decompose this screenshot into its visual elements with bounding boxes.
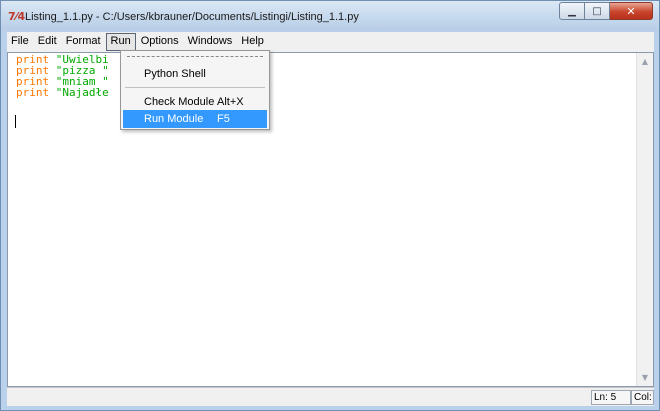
code-line: print "Najadłe [16,87,109,98]
menu-item-python-shell[interactable]: Python Shell [123,65,267,83]
menu-item-label: Python Shell [144,68,206,80]
menu-file[interactable]: File [7,33,33,51]
minimize-button[interactable]: ▁ [559,2,585,20]
menu-options[interactable]: Options [137,33,183,51]
idle-editor-window: 7⁄4 Listing_1.1.py - C:/Users/kbrauner/D… [0,0,660,411]
window-controls: ▁ □ ✕ [559,2,653,20]
menu-bar: File Edit Format Run Options Windows Hel… [7,32,654,52]
run-menu-dropdown: Python Shell Check Module Alt+X Run Modu… [120,50,270,130]
menu-run[interactable]: Run [105,33,136,51]
idle-app-icon: 7⁄4 [8,10,26,23]
menu-item-run-module[interactable]: Run Module F5 [123,110,267,128]
menu-windows[interactable]: Windows [184,33,237,51]
code-editor[interactable]: print "Uwielbi print "pizza " print "mni… [7,52,654,387]
title-bar[interactable]: 7⁄4 Listing_1.1.py - C:/Users/kbrauner/D… [1,1,659,31]
menu-help[interactable]: Help [237,33,268,51]
scroll-down-icon[interactable]: ▼ [637,369,653,386]
menu-item-label: Run Module [144,113,204,125]
code-text-area[interactable]: print "Uwielbi print "pizza " print "mni… [16,54,109,98]
menu-item-check-module[interactable]: Check Module Alt+X [123,93,267,111]
string-token: "Najadłe [55,86,109,99]
minimize-icon: ▁ [568,5,576,17]
close-button[interactable]: ✕ [610,2,653,20]
maximize-button[interactable]: □ [585,2,610,20]
menu-format[interactable]: Format [62,33,105,51]
menu-item-label: Check Module [144,96,215,108]
window-title: Listing_1.1.py - C:/Users/kbrauner/Docum… [25,11,359,23]
column-number-indicator: Col: 0 [631,390,654,405]
status-bar: Ln: 5 Col: 0 [7,387,654,406]
menu-item-shortcut: F5 [217,113,230,125]
vertical-scrollbar[interactable]: ▲ ▼ [636,53,653,386]
text-cursor [15,115,16,128]
maximize-icon: □ [592,5,602,17]
menu-item-shortcut: Alt+X [217,96,244,108]
menu-edit[interactable]: Edit [34,33,61,51]
menu-separator [125,87,265,88]
line-number-indicator: Ln: 5 [591,390,631,405]
close-icon: ✕ [626,4,636,18]
keyword-token: print [16,86,50,99]
menu-tearoff-line[interactable] [127,56,263,57]
scroll-up-icon[interactable]: ▲ [637,53,653,70]
